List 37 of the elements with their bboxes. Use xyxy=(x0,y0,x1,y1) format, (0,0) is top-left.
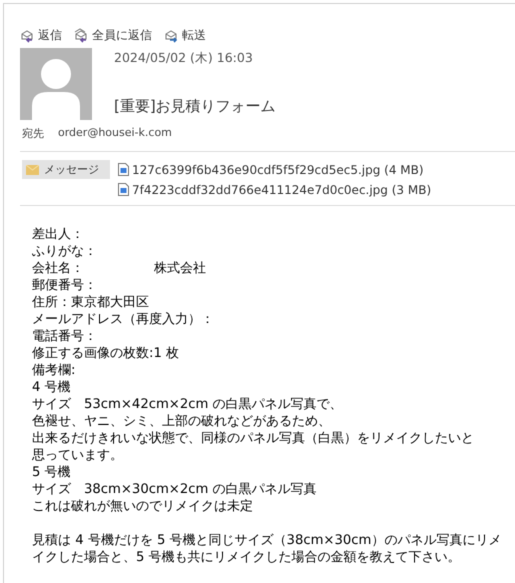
body-text: 株式会社 xyxy=(154,260,206,277)
body-text: サイズ 53cm×42cm×2cm の白黒パネル写真で、 xyxy=(32,396,343,413)
to-label: 宛先 xyxy=(22,126,44,141)
envelope-icon xyxy=(26,164,39,174)
attachment-link[interactable]: 127c6399f6b436e90cdf5f5f29cd5ec5.jpg (4 MB) xyxy=(118,160,432,179)
body-text: サイズ 38cm×30cm×2cm の白黒パネル写真 xyxy=(32,481,317,498)
attachment-link[interactable]: 7f4223cddf32dd766e411124e7d0c0ec.jpg (3 MB) xyxy=(118,180,432,199)
body-text: 差出人： xyxy=(32,226,84,243)
message-subject: [重要]お見積りフォーム xyxy=(114,97,276,116)
recipient-address: order@housei-k.com xyxy=(58,126,172,141)
forward-button[interactable]: 転送 xyxy=(164,26,206,44)
body-text: 電話番号： xyxy=(32,328,97,345)
sent-date: 2024/05/02 (木) 16:03 xyxy=(114,50,254,67)
body-text: ふりがな： xyxy=(32,243,97,260)
forward-icon xyxy=(164,28,179,42)
reply-all-icon xyxy=(74,28,89,42)
body-text: これは破れが無いのでリメイクは未定 xyxy=(32,498,253,515)
body-text: 思っています。 xyxy=(32,447,123,464)
avatar-icon xyxy=(20,48,92,120)
reply-icon xyxy=(20,28,35,42)
body-text: 見積は 4 号機だけを 5 号機と同じサイズ（38cm×30cm）のパネル写真にリメ xyxy=(32,532,502,549)
body-text: 5 号機 xyxy=(32,464,71,481)
body-text: 修正する画像の枚数:1 枚 xyxy=(32,345,180,362)
reply-button[interactable]: 返信 xyxy=(20,26,62,44)
body-text: 備考欄: xyxy=(32,362,76,379)
body-text: メールアドレス（再度入力）： xyxy=(32,311,214,328)
body-text: 色褪せ、ヤニ、シミ、上部の破れなどがあるため、 xyxy=(32,413,331,430)
image-file-icon xyxy=(118,163,129,176)
body-text: 会社名： xyxy=(32,260,84,277)
message-tab[interactable]: メッセージ xyxy=(22,160,110,179)
image-file-icon xyxy=(118,183,129,196)
body-text: 出来るだけきれいな状態で、同様のパネル写真（白黒）をリメイクしたいと xyxy=(32,430,474,447)
body-text: 郵便番号： xyxy=(32,277,97,294)
body-text: 4 号機 xyxy=(32,379,71,396)
reply-all-button[interactable]: 全員に返信 xyxy=(74,26,152,44)
body-text: 住所：東京都大田区 xyxy=(32,294,149,311)
body-text: イクした場合と、5 号機も共にリメイクした場合の金額を教えて下さい。 xyxy=(32,549,461,566)
